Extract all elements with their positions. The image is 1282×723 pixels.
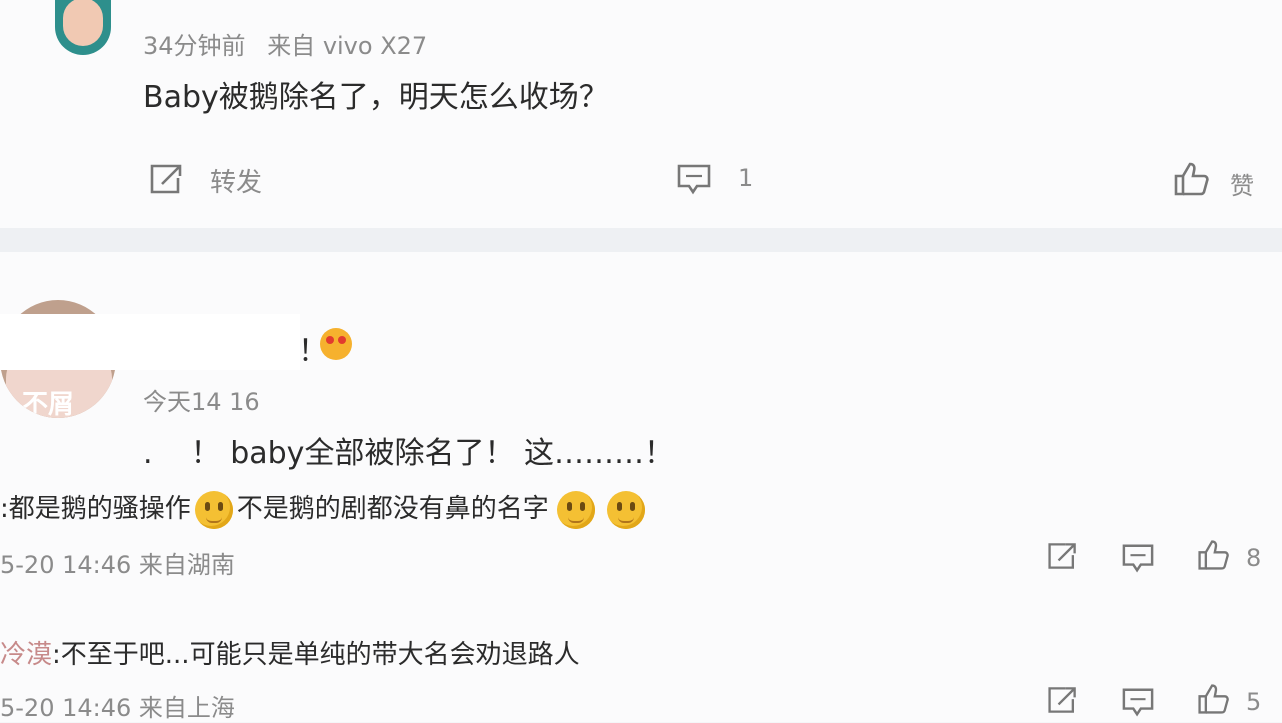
comment-button[interactable]: 1 xyxy=(676,162,766,198)
reply-username[interactable]: 冷漠 xyxy=(0,640,52,670)
comment-time: 今天14 16 xyxy=(143,388,260,416)
reply-text: :不至于吧...可能只是单纯的带大名会劝退路人 xyxy=(52,640,580,670)
smile-emoji-icon xyxy=(194,490,233,529)
comment-source: 来自 vivo X27 xyxy=(267,32,428,60)
comment-count: 1 xyxy=(738,164,754,192)
thumbs-up-icon xyxy=(1198,684,1229,714)
thumbs-up-icon xyxy=(1198,540,1229,570)
smile-emoji-icon xyxy=(556,490,595,529)
reply-item: 冷漠:不至于吧...可能只是单纯的带大名会劝退路人 xyxy=(0,634,580,671)
comment-meta: 34分钟前 来自 vivo X27 xyxy=(143,26,427,61)
badge-icon xyxy=(320,328,352,360)
like-count: 5 xyxy=(1246,688,1262,716)
like-label: 赞 xyxy=(1230,172,1254,200)
reply-like-button[interactable]: 5 xyxy=(1196,682,1276,718)
reply-forward-button[interactable] xyxy=(1046,540,1080,576)
smile-emoji-icon xyxy=(606,490,645,529)
reply-text-continued: 不是鹅的剧都没有鼻的名字 xyxy=(236,494,549,524)
like-count: 8 xyxy=(1246,544,1262,572)
thumbs-up-icon xyxy=(1174,162,1209,196)
avatar-text: 不屑 xyxy=(22,390,75,418)
share-icon xyxy=(150,164,182,194)
share-icon xyxy=(1048,687,1076,713)
reply-comment-button[interactable] xyxy=(1120,542,1156,578)
username-redacted[interactable] xyxy=(0,314,300,370)
reply-text: :都是鹅的骚操作 xyxy=(0,494,191,524)
share-icon xyxy=(1048,543,1076,569)
reply-item: :都是鹅的骚操作 不是鹅的剧都没有鼻的名字 xyxy=(0,488,649,529)
comment-icon xyxy=(1122,688,1154,717)
comment-time: 34分钟前 xyxy=(143,32,246,60)
forward-label: 转发 xyxy=(210,168,263,198)
avatar[interactable] xyxy=(55,0,111,55)
section-divider xyxy=(0,228,1282,252)
reply-forward-button[interactable] xyxy=(1046,684,1080,720)
comment-icon xyxy=(1122,544,1154,573)
like-button[interactable]: 赞 xyxy=(1172,160,1262,200)
reply-comment-button[interactable] xyxy=(1120,686,1156,722)
comment-text: Baby被鹅除名了，明天怎么收场？ xyxy=(143,80,609,115)
reply-meta: 5-20 14:46 来自湖南 xyxy=(0,551,235,579)
comment-text: . ！ baby全部被除名了！ 这………！ xyxy=(143,436,674,471)
reply-like-button[interactable]: 8 xyxy=(1196,538,1276,574)
comment-icon xyxy=(677,164,711,195)
reply-meta: 5-20 14:46 来自上海 xyxy=(0,694,235,722)
forward-button[interactable]: 转发 xyxy=(148,162,268,198)
